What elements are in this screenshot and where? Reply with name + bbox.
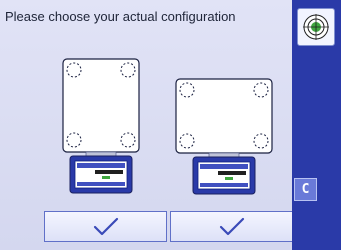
config-option-rectangular[interactable] — [173, 77, 275, 195]
rectangular-platform-illustration — [175, 78, 273, 195]
main-area: Please choose your actual configuration — [0, 0, 293, 250]
c-button[interactable]: C — [294, 178, 317, 201]
checkmark-icon — [219, 217, 244, 235]
checkmark-icon — [93, 217, 118, 235]
level-button[interactable] — [297, 8, 335, 46]
sidebar: C — [292, 0, 341, 250]
confirm-rectangular-button[interactable] — [170, 211, 293, 242]
confirm-square-button[interactable] — [44, 211, 167, 242]
prompt-text: Please choose your actual configuration — [5, 9, 236, 24]
level-target-icon — [303, 14, 329, 40]
config-option-square[interactable] — [60, 57, 142, 195]
square-platform-illustration — [62, 58, 140, 194]
